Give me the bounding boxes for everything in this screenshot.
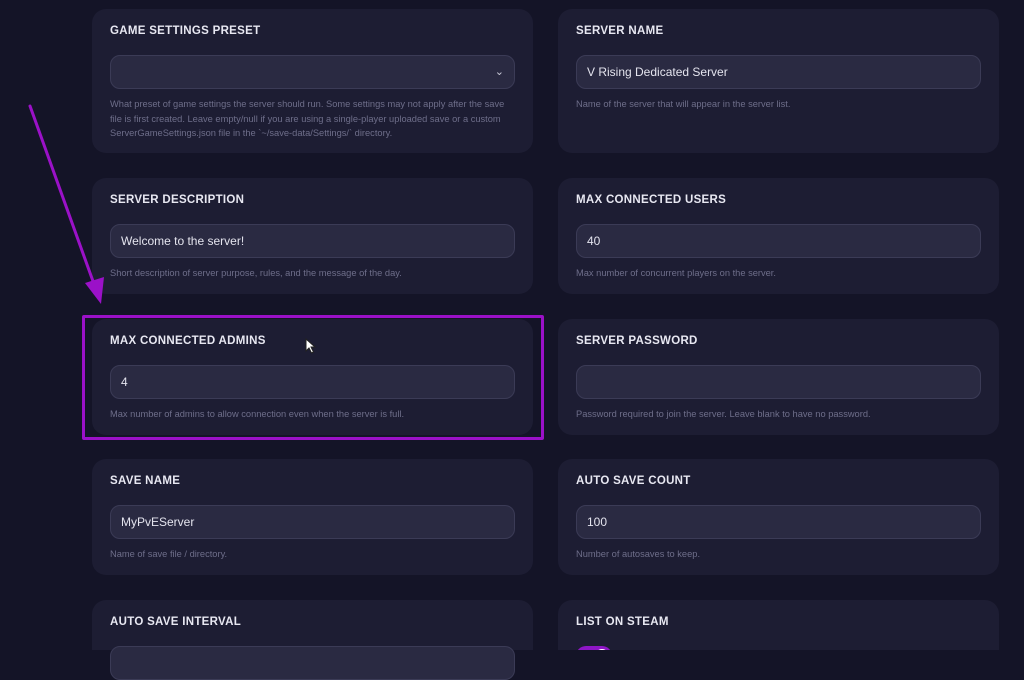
save-name-description: Name of save file / directory.	[110, 549, 228, 559]
max-connected-users-label: MAX CONNECTED USERS	[576, 194, 727, 206]
mouse-cursor-icon	[305, 338, 317, 354]
game-settings-preset-card: GAME SETTINGS PRESET ⌄ What preset of ga…	[92, 9, 533, 153]
auto-save-count-label: AUTO SAVE COUNT	[576, 475, 691, 487]
server-name-label: SERVER NAME	[576, 25, 664, 37]
server-password-input[interactable]	[576, 365, 981, 399]
auto-save-interval-label: AUTO SAVE INTERVAL	[110, 616, 242, 628]
server-name-input[interactable]: V Rising Dedicated Server	[576, 55, 981, 89]
auto-save-count-card: AUTO SAVE COUNT 100 Number of autosaves …	[558, 459, 999, 575]
server-description-card: SERVER DESCRIPTION Welcome to the server…	[92, 178, 533, 294]
auto-save-count-description: Number of autosaves to keep.	[576, 549, 701, 559]
max-connected-users-card: MAX CONNECTED USERS 40 Max number of con…	[558, 178, 999, 294]
annotation-arrow-icon	[28, 104, 104, 304]
chevron-down-icon: ⌄	[494, 66, 504, 78]
server-password-description: Password required to join the server. Le…	[576, 409, 871, 419]
save-name-input[interactable]: MyPvEServer	[110, 505, 515, 539]
server-description-label: SERVER DESCRIPTION	[110, 194, 245, 206]
highlight-box	[82, 315, 544, 440]
save-name-card: SAVE NAME MyPvEServer Name of save file …	[92, 459, 533, 575]
list-on-steam-toggle[interactable]	[576, 646, 612, 650]
auto-save-count-input[interactable]: 100	[576, 505, 981, 539]
max-connected-users-description: Max number of concurrent players on the …	[576, 268, 776, 278]
game-settings-preset-select[interactable]: ⌄	[110, 55, 515, 89]
server-name-card: SERVER NAME V Rising Dedicated Server Na…	[558, 9, 999, 153]
server-description-description: Short description of server purpose, rul…	[110, 268, 402, 278]
list-on-steam-card: LIST ON STEAM	[558, 600, 999, 650]
auto-save-interval-input[interactable]	[110, 646, 515, 680]
list-on-steam-label: LIST ON STEAM	[576, 616, 669, 628]
auto-save-interval-card: AUTO SAVE INTERVAL	[92, 600, 533, 680]
max-connected-users-input[interactable]: 40	[576, 224, 981, 258]
server-password-card: SERVER PASSWORD Password required to joi…	[558, 319, 999, 435]
server-name-description: Name of the server that will appear in t…	[576, 99, 791, 109]
server-password-label: SERVER PASSWORD	[576, 335, 698, 347]
server-description-input[interactable]: Welcome to the server!	[110, 224, 515, 258]
save-name-label: SAVE NAME	[110, 475, 181, 487]
game-settings-preset-description: What preset of game settings the server …	[110, 99, 505, 138]
game-settings-preset-label: GAME SETTINGS PRESET	[110, 25, 261, 37]
